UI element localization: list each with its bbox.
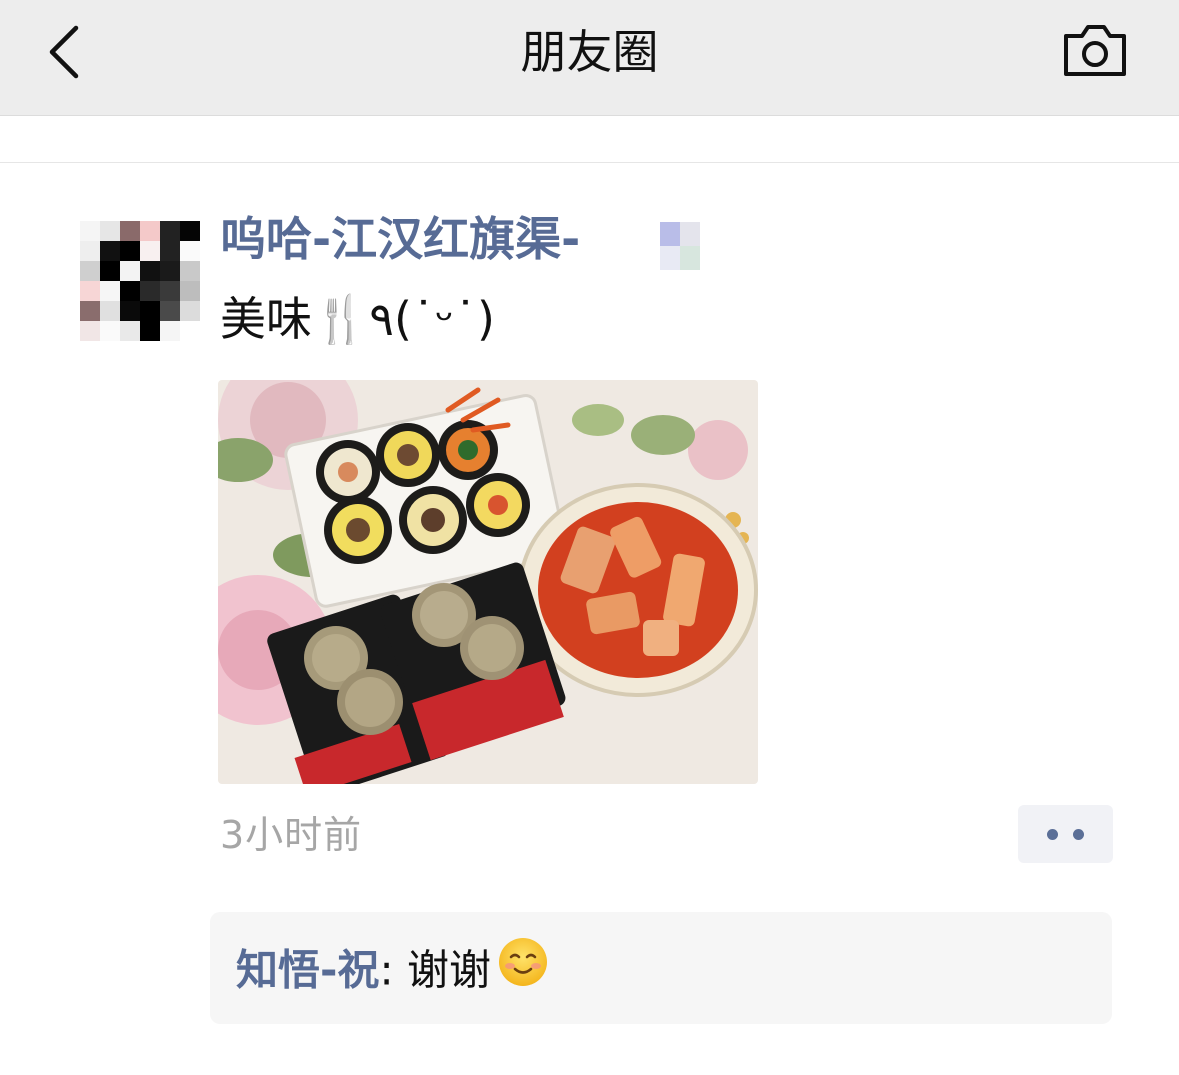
camera-icon — [1064, 25, 1126, 76]
divider — [0, 162, 1179, 163]
post-text: 美味🍴٩(˙ᵕ˙) — [220, 292, 495, 346]
more-dots-icon — [1073, 829, 1084, 840]
camera-button[interactable] — [1060, 22, 1130, 78]
comment-item[interactable]: 知悟-祝: 谢谢 — [236, 938, 549, 1006]
page-title: 朋友圈 — [520, 25, 659, 79]
comment-separator: : — [379, 945, 407, 995]
avatar[interactable] — [80, 221, 200, 341]
blurred-badge — [660, 222, 700, 270]
smiling-face-icon — [497, 936, 549, 1002]
post-timestamp: 3小时前 — [220, 813, 363, 857]
top-navbar: 朋友圈 — [0, 0, 1179, 116]
more-actions-button[interactable] — [1018, 805, 1113, 863]
comments-panel: 知悟-祝: 谢谢 — [210, 912, 1112, 1024]
post-author-name[interactable]: 呜哈-江汉红旗渠- — [220, 210, 580, 268]
post-photo[interactable] — [218, 380, 758, 784]
more-dots-icon — [1047, 829, 1058, 840]
comment-text: 谢谢 — [406, 945, 491, 995]
comment-author[interactable]: 知悟-祝 — [236, 946, 379, 995]
